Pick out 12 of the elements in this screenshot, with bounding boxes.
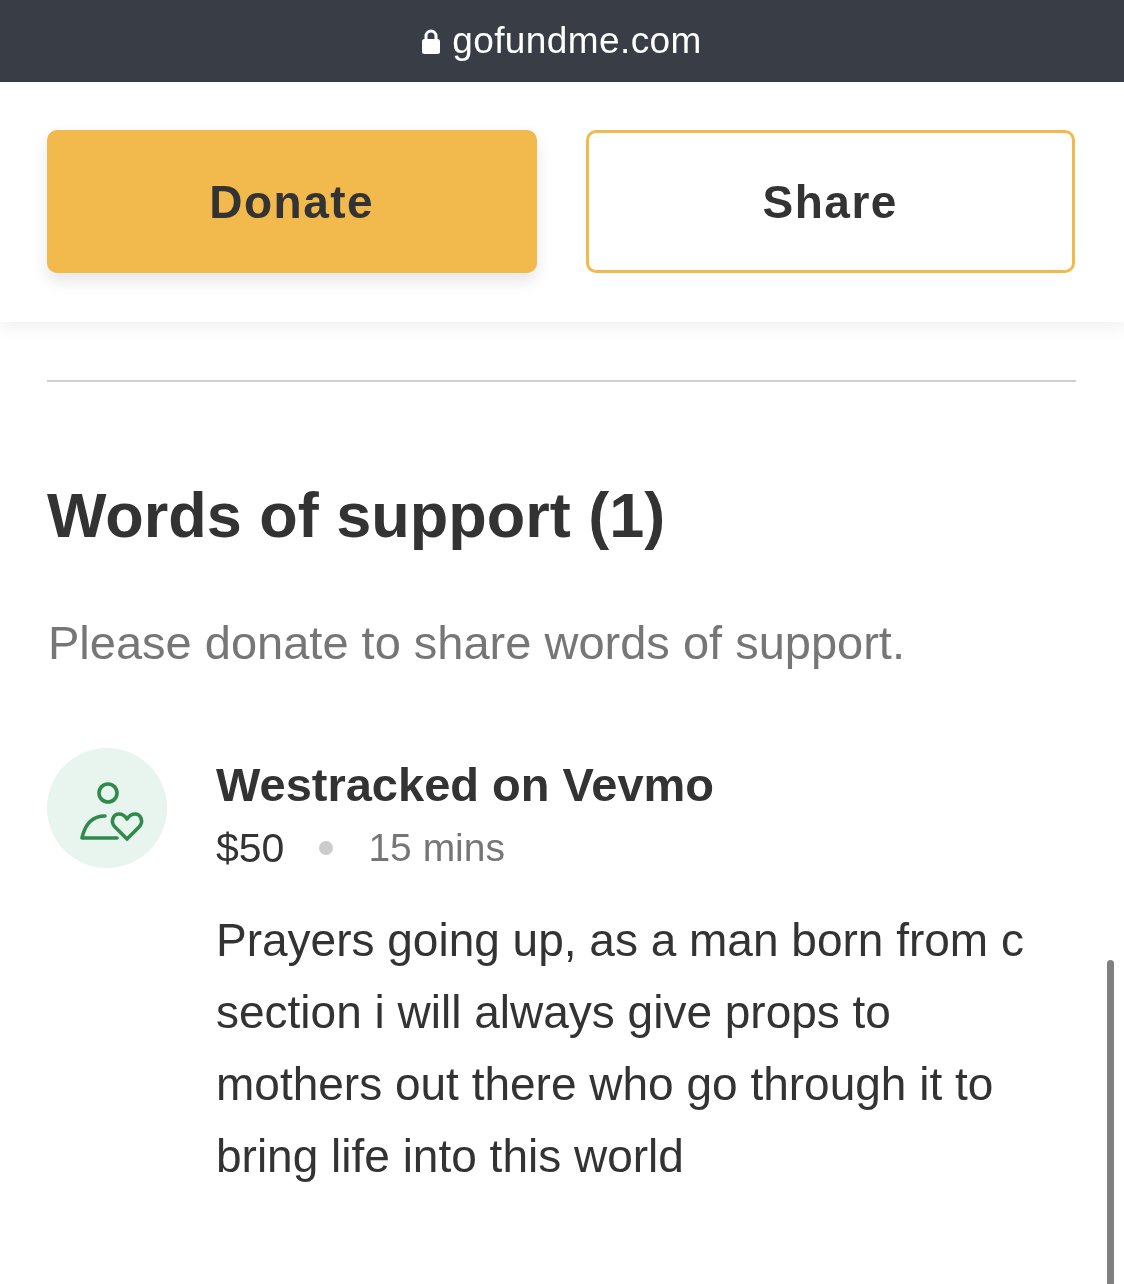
donation-time: 15 mins	[368, 826, 505, 870]
url-text[interactable]: gofundme.com	[452, 20, 702, 62]
share-button[interactable]: Share	[585, 130, 1075, 273]
notice-text: Please donate to share words of support.	[48, 616, 906, 670]
scrollbar-thumb[interactable]	[1107, 960, 1114, 1284]
avatar-icon	[47, 748, 167, 868]
comment-message: Prayers going up, as a man born from c section i will always give props to mothers out there who go through it to bring life into this world	[216, 913, 1025, 1184]
donation-amount: $50	[216, 826, 285, 870]
donate-button[interactable]: Donate	[47, 130, 537, 273]
dot-icon	[319, 841, 334, 855]
section-heading: Words of support (1)	[47, 479, 667, 552]
donor-name: Westracked on Vevmo	[216, 758, 716, 812]
